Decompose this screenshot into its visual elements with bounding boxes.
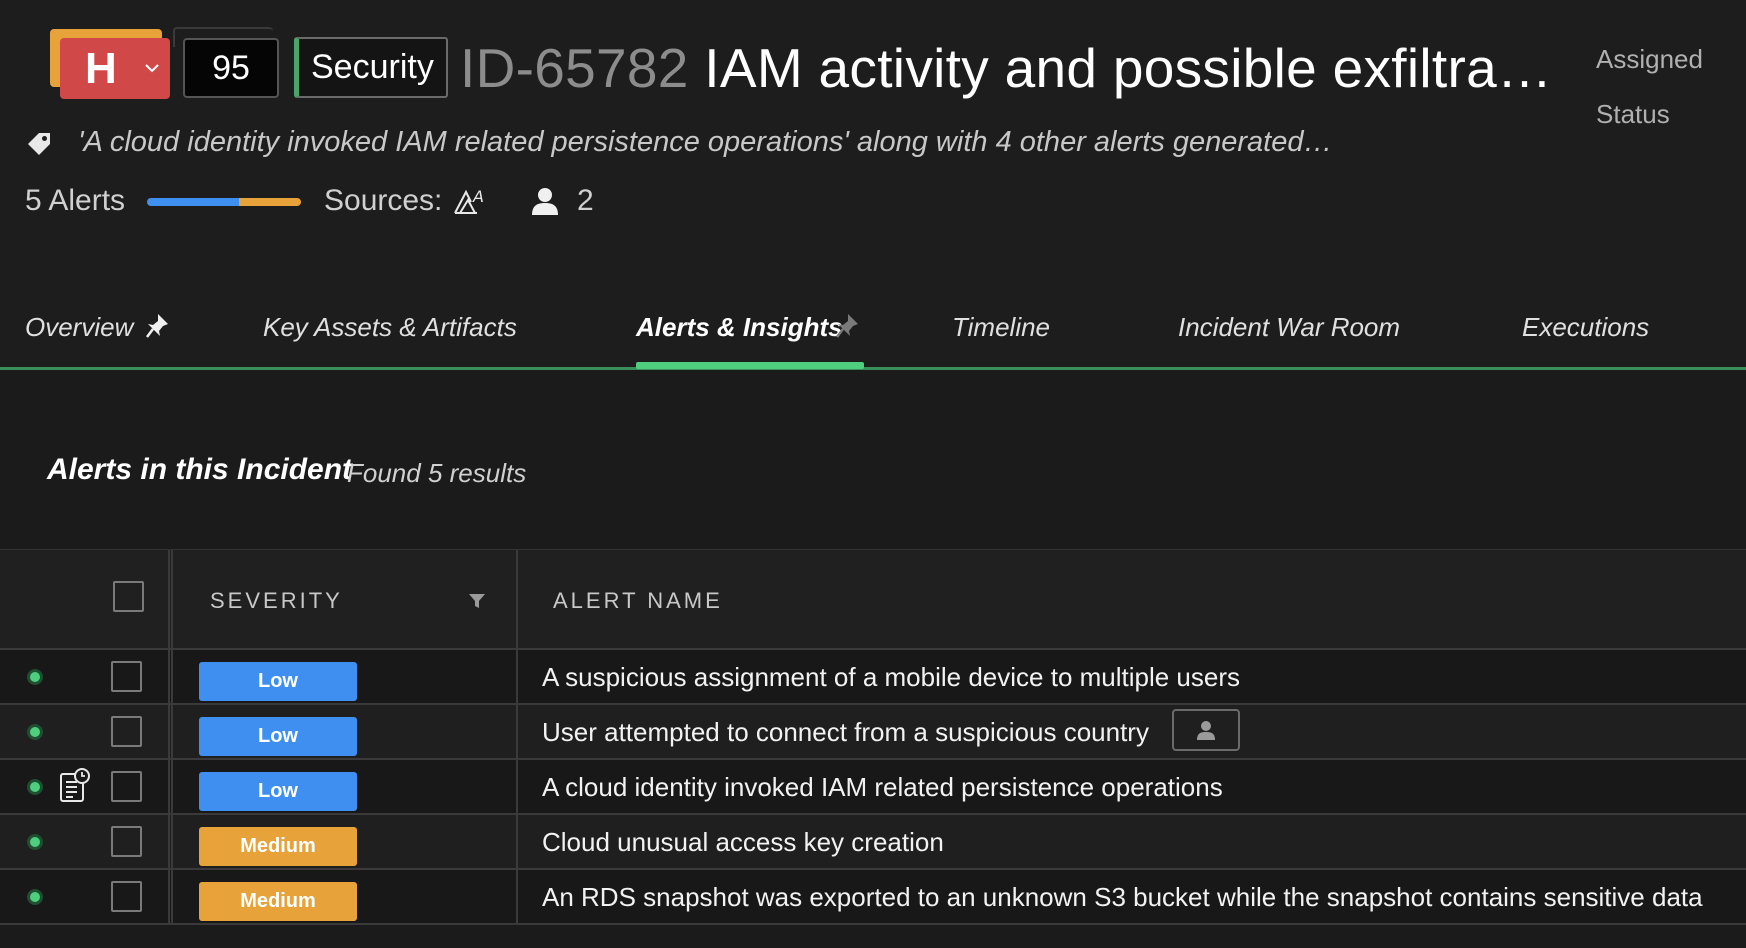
- scheduled-report-icon[interactable]: [58, 768, 90, 804]
- column-divider: [516, 650, 518, 703]
- tab-overview[interactable]: Overview: [25, 312, 133, 343]
- incident-description: 'A cloud identity invoked IAM related pe…: [78, 126, 1333, 158]
- tab-incident-war-room[interactable]: Incident War Room: [1178, 312, 1400, 343]
- severity-badge: Low: [199, 772, 357, 811]
- user-icon: [1197, 721, 1215, 740]
- alert-name[interactable]: User attempted to connect from a suspici…: [542, 717, 1149, 748]
- alert-name[interactable]: Cloud unusual access key creation: [542, 827, 944, 858]
- incident-tabs: Overview Key Assets & Artifacts Alerts &…: [0, 300, 1746, 370]
- severity-badge: Medium: [199, 882, 357, 921]
- severity-badge: Medium: [199, 827, 357, 866]
- column-divider: [516, 815, 518, 868]
- pin-icon[interactable]: [145, 312, 171, 340]
- alerts-panel: Alerts in this Incident Found 5 results …: [0, 373, 1746, 948]
- alerts-count[interactable]: 5 Alerts: [25, 184, 125, 218]
- row-checkbox[interactable]: [111, 881, 142, 912]
- assignee-chip[interactable]: [1172, 709, 1240, 751]
- alert-name-column-header[interactable]: ALERT NAME: [553, 588, 723, 614]
- severity-badge: Low: [199, 717, 357, 756]
- table-row[interactable]: Medium Cloud unusual access key creation: [0, 815, 1746, 870]
- table-header: SEVERITY ALERT NAME: [0, 549, 1746, 650]
- column-divider: [168, 705, 173, 758]
- status-dot: [27, 779, 43, 795]
- table-row[interactable]: Low A suspicious assignment of a mobile …: [0, 650, 1746, 705]
- row-checkbox[interactable]: [111, 771, 142, 802]
- tab-key-assets-artifacts[interactable]: Key Assets & Artifacts: [263, 312, 517, 343]
- alerts-bar-low-segment: [147, 198, 240, 206]
- chevron-down-icon: [145, 64, 159, 73]
- alerts-table: SEVERITY ALERT NAME Low A suspicious ass…: [0, 549, 1746, 925]
- table-row[interactable]: Low User attempted to connect from a sus…: [0, 705, 1746, 760]
- section-title: Alerts in this Incident: [47, 453, 353, 486]
- sources-label: Sources:: [324, 184, 443, 217]
- alerts-bar-medium-segment: [239, 198, 301, 206]
- svg-text:A: A: [472, 187, 484, 206]
- pin-icon[interactable]: [835, 312, 861, 340]
- status-label: Status: [1596, 99, 1670, 129]
- select-all-checkbox[interactable]: [113, 581, 144, 612]
- row-checkbox[interactable]: [111, 716, 142, 747]
- alert-name[interactable]: A cloud identity invoked IAM related per…: [542, 772, 1223, 803]
- incident-type-badge: Security: [294, 37, 448, 98]
- alert-name[interactable]: An RDS snapshot was exported to an unkno…: [542, 882, 1703, 913]
- status-dot: [27, 724, 43, 740]
- severity-column-header[interactable]: SEVERITY: [210, 588, 343, 614]
- table-row[interactable]: Low A cloud identity invoked IAM related…: [0, 760, 1746, 815]
- incident-title-text: IAM activity and possible exfiltra…: [704, 37, 1553, 99]
- column-divider: [516, 705, 518, 758]
- tab-timeline[interactable]: Timeline: [952, 312, 1050, 343]
- incident-title: ID-65782 IAM activity and possible exfil…: [460, 36, 1552, 100]
- column-divider: [168, 650, 173, 703]
- column-divider: [168, 550, 173, 648]
- severity-badge: Low: [199, 662, 357, 701]
- column-divider: [516, 760, 518, 813]
- severity-selector[interactable]: H: [50, 29, 170, 99]
- incident-score: 95: [183, 38, 279, 98]
- results-count: Found 5 results: [347, 458, 527, 488]
- status-dot: [27, 834, 43, 850]
- user-icon: [532, 188, 558, 215]
- column-divider: [168, 815, 173, 868]
- table-row[interactable]: Medium An RDS snapshot was exported to a…: [0, 870, 1746, 925]
- tag-icon: [28, 133, 50, 155]
- tab-executions[interactable]: Executions: [1522, 312, 1649, 343]
- severity-letter: H: [85, 43, 117, 93]
- column-divider: [516, 550, 518, 648]
- cloud-source-icon[interactable]: A: [453, 186, 487, 216]
- column-divider: [516, 870, 518, 923]
- tab-alerts-insights[interactable]: Alerts & Insights: [636, 312, 843, 343]
- row-checkbox[interactable]: [111, 826, 142, 857]
- row-checkbox[interactable]: [111, 661, 142, 692]
- alert-name[interactable]: A suspicious assignment of a mobile devi…: [542, 662, 1240, 693]
- users-count[interactable]: 2: [577, 184, 594, 218]
- status-dot: [27, 669, 43, 685]
- incident-id: ID-65782: [460, 37, 689, 99]
- severity-dropdown-button[interactable]: H: [60, 38, 170, 99]
- alerts-severity-bar: [147, 198, 301, 206]
- assigned-label: Assigned: [1596, 44, 1703, 74]
- column-divider: [168, 870, 173, 923]
- active-tab-indicator: [636, 362, 864, 369]
- column-divider: [168, 760, 173, 813]
- filter-icon[interactable]: [468, 592, 486, 610]
- status-dot: [27, 889, 43, 905]
